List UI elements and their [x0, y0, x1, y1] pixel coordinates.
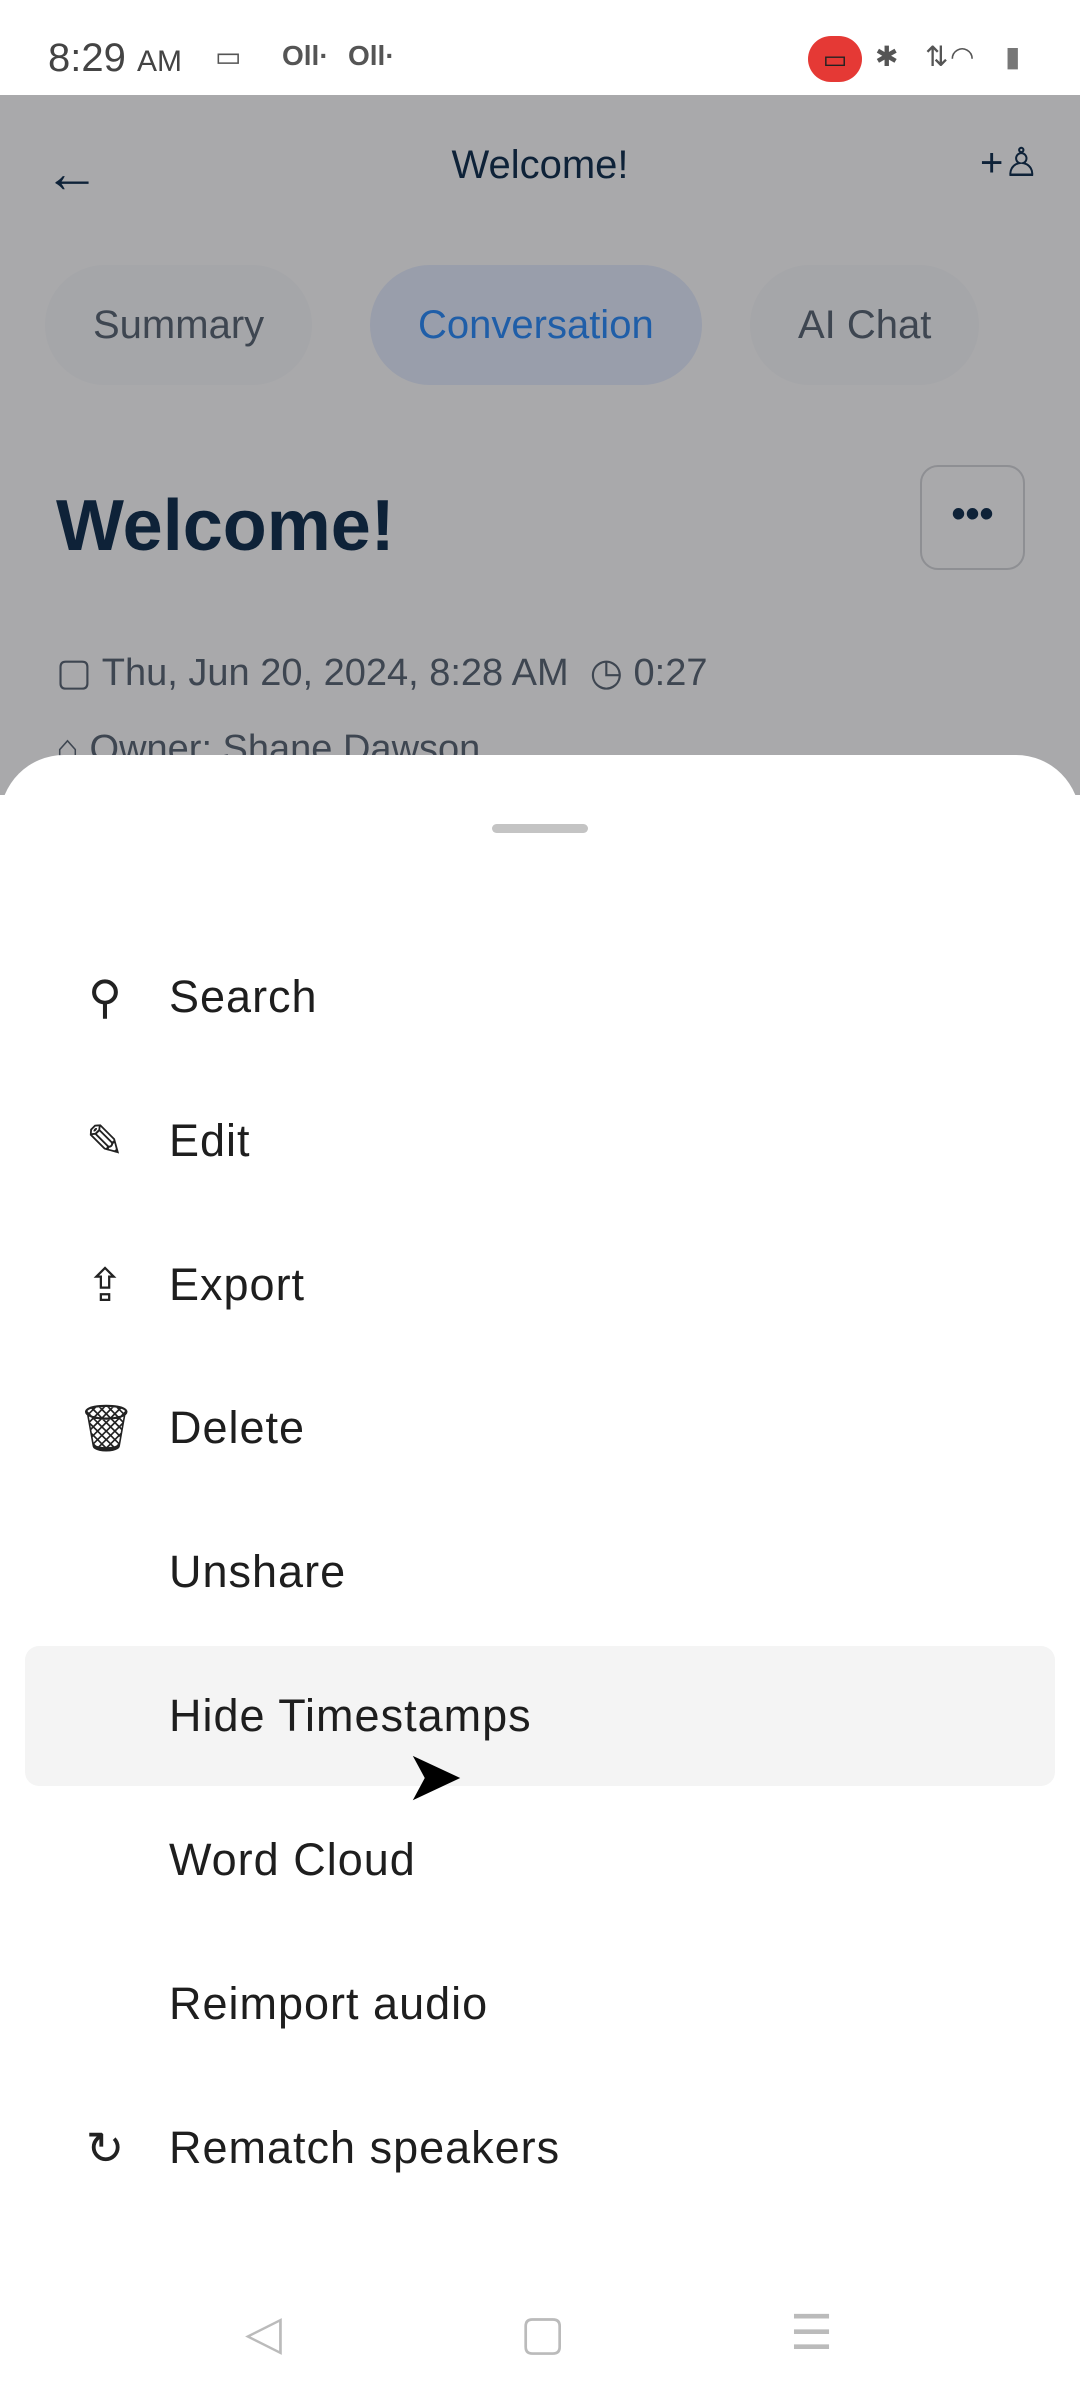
nav-menu-icon[interactable]: ☰ [790, 2305, 833, 2361]
menu-label: Edit [169, 1115, 251, 1166]
search-icon: ⚲ [88, 971, 122, 1023]
time: 8:29 [48, 36, 126, 80]
bluetooth-icon: ✱ [875, 41, 899, 72]
menu-label: Reimport audio [169, 1978, 489, 2029]
menu-label: Rematch speakers [169, 2122, 561, 2173]
more-options-button[interactable]: ••• [920, 465, 1025, 570]
duration: 0:27 [633, 652, 708, 694]
menu-label: Delete [169, 1402, 306, 1453]
otter-icon: Oll· [348, 40, 395, 71]
menu-label: Unshare [169, 1546, 347, 1597]
menu-label: Search [169, 971, 318, 1022]
ampm: AM [136, 45, 182, 78]
share-icon: ⇪ [85, 1259, 125, 1311]
menu-item-word-cloud[interactable]: Word Cloud [25, 1790, 1055, 1930]
tab-ai-chat[interactable]: AI Chat [750, 265, 980, 385]
data-arrows-icon: ⇅ [925, 41, 949, 72]
menu-item-search[interactable]: ⚲ Search [25, 927, 1055, 1067]
battery-icon: ▮ [1005, 41, 1021, 72]
menu-label: Hide Timestamps [169, 1690, 532, 1741]
menu-item-rematch-speakers[interactable]: ↻ Rematch speakers [25, 2078, 1055, 2218]
status-bar: 8:29 AM ▭ Oll· Oll· ▭ ✱ ⇅ ◠ ▮ [0, 0, 1080, 95]
pencil-icon: ✎ [85, 1115, 125, 1167]
menu-label: Export [169, 1259, 306, 1310]
menu-item-delete[interactable]: 🗑 Delete [25, 1358, 1055, 1498]
refresh-icon: ↻ [85, 2122, 125, 2174]
menu-label: Word Cloud [169, 1834, 416, 1885]
header-title: Welcome! [451, 143, 629, 187]
menu-item-unshare[interactable]: Unshare [25, 1502, 1055, 1642]
trash-icon: 🗑 [77, 1402, 136, 1454]
menu-item-export[interactable]: ⇪ Export [25, 1215, 1055, 1355]
recording-icon: ▭ [808, 36, 862, 82]
menu-item-hide-timestamps[interactable]: Hide Timestamps [25, 1646, 1055, 1786]
wifi-icon: ◠ [950, 41, 975, 72]
clock-icon: ◷ [589, 652, 623, 694]
meta-row: ▢ Thu, Jun 20, 2024, 8:28 AM ◷ 0:27 [56, 650, 707, 695]
tab-summary[interactable]: Summary [45, 265, 313, 385]
mouse-pointer-icon: ➤ [405, 1737, 464, 1815]
date: Thu, Jun 20, 2024, 8:28 AM [101, 652, 569, 694]
add-person-icon[interactable]: +♙ [980, 140, 1039, 186]
menu-item-reimport-audio[interactable]: Reimport audio [25, 1934, 1055, 2074]
screen-record-icon: ▭ [215, 41, 242, 72]
calendar-icon: ▢ [56, 652, 92, 694]
otter-icon: Oll· [282, 40, 329, 71]
clock: 8:29 AM [48, 36, 182, 81]
drag-handle[interactable] [492, 824, 588, 833]
menu-item-edit[interactable]: ✎ Edit [25, 1071, 1055, 1211]
nav-home-icon[interactable]: ▢ [520, 2305, 565, 2361]
nav-back-icon[interactable]: ◁ [245, 2305, 282, 2361]
page-title: Welcome! [56, 486, 395, 566]
tab-conversation[interactable]: Conversation [370, 265, 702, 385]
